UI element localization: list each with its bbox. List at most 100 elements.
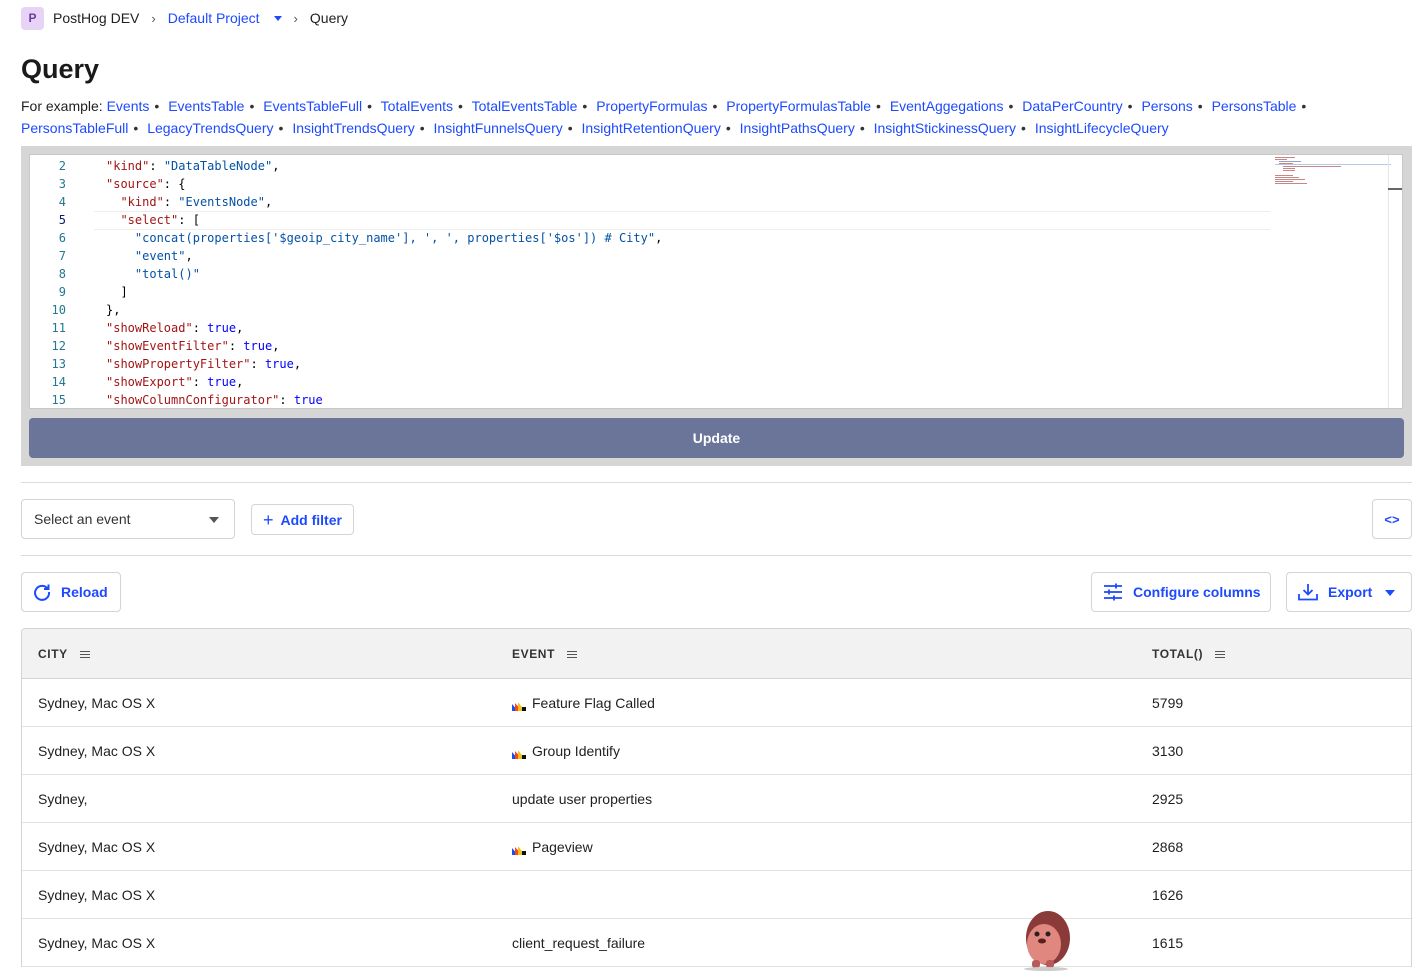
code-icon: <>: [1384, 511, 1400, 527]
column-menu-icon[interactable]: [567, 649, 578, 660]
line-number: 13: [51, 357, 66, 371]
editor-minimap[interactable]: [1273, 155, 1391, 195]
example-link[interactable]: EventsTableFull: [263, 98, 362, 114]
examples-list: For example: Events • EventsTable • Events…: [21, 95, 1411, 139]
query-editor-panel: 2 "kind": "DataTableNode", 3 "source": {4 "…: [21, 146, 1412, 466]
code-line: 12 "showEventFilter": true,: [30, 337, 1270, 355]
breadcrumb-org[interactable]: PostHog DEV: [53, 10, 139, 26]
code-line: 5 "select": [: [30, 211, 1270, 229]
sliders-icon: [1104, 583, 1122, 601]
code-text: ]: [106, 285, 128, 299]
caret-down-icon: [1385, 590, 1395, 596]
example-link[interactable]: InsightRetentionQuery: [582, 120, 721, 136]
table-row[interactable]: Sydney, Mac OS X 1626: [22, 871, 1411, 919]
cell-event: Pageview: [512, 823, 593, 870]
line-number: 9: [58, 285, 66, 299]
cell-event: update user properties: [512, 775, 652, 822]
event-name: Group Identify: [532, 742, 620, 759]
example-link[interactable]: PropertyFormulas: [596, 98, 707, 114]
caret-down-icon: [209, 517, 219, 523]
example-link[interactable]: Persons: [1141, 98, 1192, 114]
cell-city: Sydney, Mac OS X: [38, 886, 156, 903]
event-select[interactable]: Select an event: [21, 499, 235, 539]
code-text: "total()": [134, 267, 200, 281]
org-avatar[interactable]: P: [21, 6, 44, 30]
code-line: 11 "showReload": true,: [30, 319, 1270, 337]
example-link[interactable]: Events: [107, 98, 150, 114]
separator-dot: •: [367, 98, 373, 114]
separator-dot: •: [154, 98, 160, 114]
example-link[interactable]: EventsTable: [168, 98, 244, 114]
separator-dot: •: [1021, 120, 1026, 136]
cell-total: 3130: [1152, 742, 1184, 759]
cell-total: 2868: [1152, 838, 1184, 855]
table-body: Sydney, Mac OS X Feature Flag Called 5799 S…: [22, 679, 1411, 967]
example-link[interactable]: DataPerCountry: [1022, 98, 1122, 114]
separator-dot: •: [876, 98, 881, 114]
add-filter-button[interactable]: + Add filter: [251, 504, 354, 535]
example-link[interactable]: PersonsTable: [1212, 98, 1297, 114]
breadcrumb-project-label: Default Project: [167, 10, 260, 26]
example-link[interactable]: InsightFunnelsQuery: [434, 120, 563, 136]
separator-dot: •: [582, 98, 588, 114]
code-line: 8 "total()": [30, 265, 1270, 283]
code-line: 2 "kind": "DataTableNode",: [30, 157, 1270, 175]
column-header-event[interactable]: EVENT: [512, 629, 578, 679]
table-row[interactable]: Sydney, update user properties 2925: [22, 775, 1411, 823]
table-row[interactable]: Sydney, Mac OS X Group Identify 3130: [22, 727, 1411, 775]
example-link[interactable]: InsightStickinessQuery: [874, 120, 1016, 136]
cell-event: Feature Flag Called: [512, 679, 655, 726]
breadcrumb-project[interactable]: Default Project: [168, 10, 282, 26]
table-row[interactable]: Sydney, Mac OS X Feature Flag Called 5799: [22, 679, 1411, 727]
example-link[interactable]: InsightTrendsQuery: [292, 120, 414, 136]
example-link[interactable]: EventAggegations: [890, 98, 1004, 114]
separator-dot: •: [419, 120, 425, 136]
download-icon: [1298, 584, 1318, 601]
separator-dot: •: [712, 98, 718, 114]
results-table: CITY EVENT TOTAL() Sydney, Mac OS X Featu…: [21, 628, 1412, 967]
example-link[interactable]: TotalEvents: [381, 98, 453, 114]
page-title: Query: [21, 54, 100, 84]
event-select-value: Select an event: [34, 511, 131, 527]
editor-scrollbar[interactable]: [1388, 155, 1402, 408]
line-number: 11: [51, 321, 66, 335]
code-text: "showEventFilter": true,: [106, 339, 280, 353]
example-link[interactable]: LegacyTrendsQuery: [147, 120, 273, 136]
example-link[interactable]: InsightLifecycleQuery: [1035, 120, 1169, 136]
separator-dot: •: [1127, 98, 1133, 114]
cell-total: 1615: [1152, 934, 1184, 951]
line-number: 6: [58, 231, 66, 245]
chevron-right-icon: ›: [151, 10, 156, 26]
cell-city: Sydney,: [38, 790, 88, 807]
cell-total: 2925: [1152, 790, 1184, 807]
example-link[interactable]: PropertyFormulasTable: [726, 98, 871, 114]
code-toggle-button[interactable]: <>: [1372, 499, 1412, 539]
code-editor[interactable]: 2 "kind": "DataTableNode", 3 "source": {4 "…: [29, 154, 1403, 409]
cell-city: Sydney, Mac OS X: [38, 694, 156, 711]
line-number: 10: [51, 303, 66, 317]
example-link[interactable]: TotalEventsTable: [472, 98, 578, 114]
separator-dot: •: [567, 120, 573, 136]
example-link[interactable]: InsightPathsQuery: [740, 120, 855, 136]
column-header-total[interactable]: TOTAL(): [1152, 629, 1226, 679]
caret-down-icon: [273, 15, 282, 21]
cell-event: client_request_failure: [512, 919, 645, 966]
code-line: 7 "event",: [30, 247, 1270, 265]
column-menu-icon[interactable]: [1215, 649, 1226, 660]
code-text: "showExport": true,: [106, 375, 244, 389]
export-button[interactable]: Export: [1286, 572, 1412, 612]
table-row[interactable]: Sydney, Mac OS X client_request_failure 16…: [22, 919, 1411, 967]
column-menu-icon[interactable]: [79, 649, 90, 660]
code-text: "select": [: [120, 213, 200, 227]
code-text: "concat(properties['$geoip_city_name'], …: [134, 231, 663, 245]
configure-columns-button[interactable]: Configure columns: [1091, 572, 1271, 612]
reload-button[interactable]: Reload: [21, 572, 121, 612]
example-link[interactable]: PersonsTableFull: [21, 120, 128, 136]
hedgehog-icon[interactable]: [1018, 908, 1074, 971]
line-number: 14: [51, 375, 66, 389]
separator-dot: •: [1301, 98, 1307, 114]
column-header-city[interactable]: CITY: [38, 629, 90, 679]
table-row[interactable]: Sydney, Mac OS X Pageview 2868: [22, 823, 1411, 871]
update-button[interactable]: Update: [29, 418, 1404, 458]
example-links: Events • EventsTable • EventsTableFull • To…: [21, 98, 1311, 136]
